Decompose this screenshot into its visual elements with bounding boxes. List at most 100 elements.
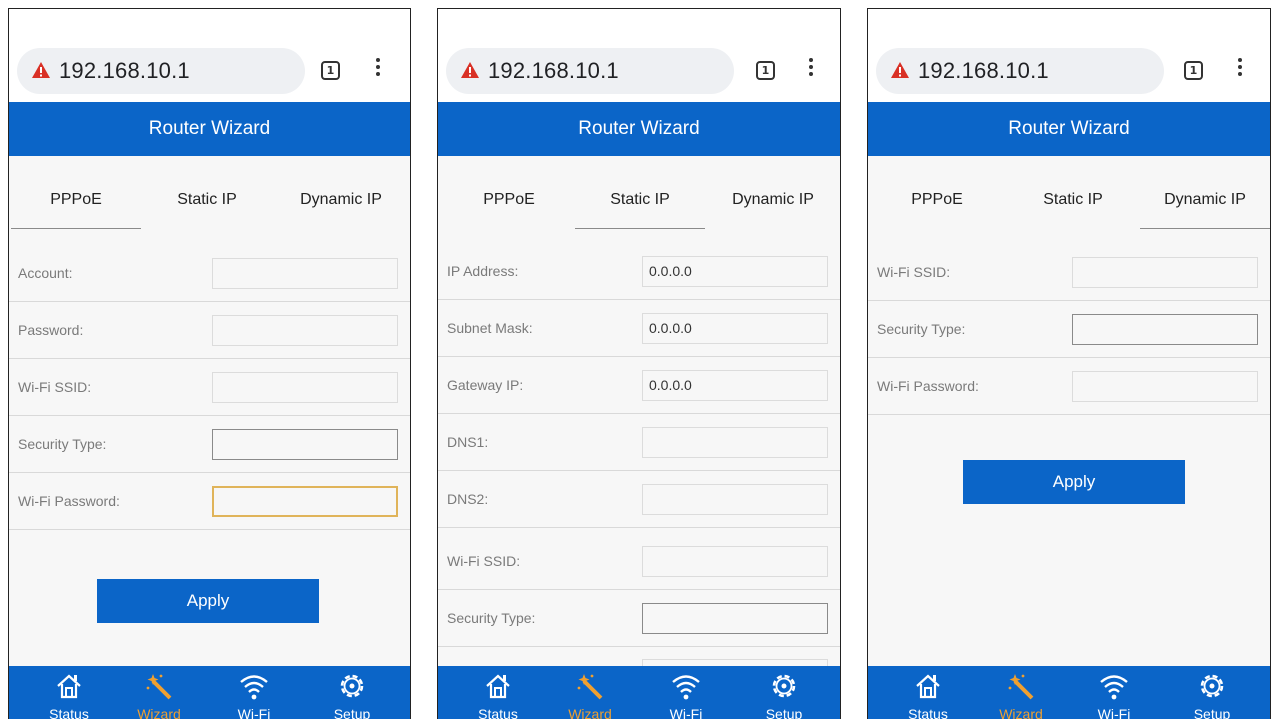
- security-type-select[interactable]: [212, 429, 398, 460]
- tab-pppoe[interactable]: PPPoE: [11, 179, 141, 229]
- page-title: Router Wizard: [868, 102, 1270, 156]
- nav-item-status[interactable]: Status: [458, 666, 538, 719]
- dns2-input[interactable]: [642, 484, 828, 515]
- nav-item-setup[interactable]: Setup: [312, 666, 392, 719]
- tab-switcher-icon[interactable]: 1: [321, 61, 340, 80]
- form-row-wifi-ssid: Wi-Fi SSID:: [9, 359, 410, 416]
- nav-label: Status: [908, 706, 948, 719]
- gateway-ip-input[interactable]: 0.0.0.0: [642, 370, 828, 401]
- apply-button[interactable]: Apply: [963, 460, 1185, 504]
- nav-label: Wizard: [999, 706, 1043, 719]
- nav-item-wizard[interactable]: Wizard: [550, 666, 630, 719]
- subnet-mask-input[interactable]: 0.0.0.0: [642, 313, 828, 344]
- field-label: Wi-Fi SSID:: [18, 379, 92, 395]
- field-label: Security Type:: [877, 321, 966, 337]
- form-row-dns1: DNS1:: [438, 414, 840, 471]
- nav-label: Status: [49, 706, 89, 719]
- form-row-security-type: Security Type:: [9, 416, 410, 473]
- form-row-ip-address: IP Address: 0.0.0.0: [438, 243, 840, 300]
- field-label: Password:: [18, 322, 84, 338]
- wifi-ssid-input[interactable]: [212, 372, 398, 403]
- nav-item-wifi[interactable]: Wi-Fi: [1074, 666, 1154, 719]
- gear-icon: [772, 674, 796, 698]
- wifi-icon: [672, 675, 700, 700]
- field-label: Wi-Fi SSID:: [447, 553, 521, 569]
- tab-static-ip[interactable]: Static IP: [575, 179, 705, 229]
- form-row-wifi-password: Wi-Fi Password:: [868, 358, 1270, 415]
- form-row-dns2: DNS2:: [438, 471, 840, 528]
- wifi-password-input[interactable]: [212, 486, 398, 517]
- wifi-password-input[interactable]: [1072, 371, 1258, 402]
- tab-static-ip[interactable]: Static IP: [142, 179, 272, 229]
- gear-icon: [1200, 674, 1224, 698]
- magic-wand-icon: [146, 674, 172, 700]
- tab-dynamic-ip[interactable]: Dynamic IP: [276, 179, 406, 229]
- bottom-nav: Status Wizard Wi-Fi Setup: [868, 666, 1270, 719]
- nav-item-wizard[interactable]: Wizard: [119, 666, 199, 719]
- nav-item-status[interactable]: Status: [29, 666, 109, 719]
- wizard-tabs: PPPoE Static IP Dynamic IP: [9, 179, 410, 229]
- field-label: Account:: [18, 265, 73, 281]
- page-title: Router Wizard: [438, 102, 840, 156]
- nav-label: Setup: [765, 706, 803, 719]
- tab-switcher-icon[interactable]: 1: [756, 61, 775, 80]
- form-row-account: Account:: [9, 245, 410, 302]
- phone-screen-dynamic-ip: 192.168.10.1 1 Router Wizard PPPoE Stati…: [867, 8, 1271, 719]
- url-text: 192.168.10.1: [918, 58, 1049, 83]
- nav-label: Setup: [333, 706, 371, 719]
- bottom-nav: Status Wizard Wi-Fi Setup: [438, 666, 840, 719]
- bottom-nav: Status Wizard Wi-Fi Setup: [9, 666, 410, 719]
- address-bar[interactable]: 192.168.10.1: [876, 48, 1164, 94]
- nav-label: Wi-Fi: [1097, 706, 1131, 719]
- warning-icon: [891, 62, 909, 78]
- page-title: Router Wizard: [9, 102, 410, 156]
- nav-item-wifi[interactable]: Wi-Fi: [214, 666, 294, 719]
- field-label: Security Type:: [18, 436, 107, 452]
- nav-item-wizard[interactable]: Wizard: [981, 666, 1061, 719]
- more-menu-icon[interactable]: [808, 58, 814, 82]
- account-input[interactable]: [212, 258, 398, 289]
- dns1-input[interactable]: [642, 427, 828, 458]
- wifi-ssid-input[interactable]: [642, 546, 828, 577]
- nav-label: Status: [478, 706, 518, 719]
- address-bar[interactable]: 192.168.10.1: [446, 48, 734, 94]
- wifi-ssid-input[interactable]: [1072, 257, 1258, 288]
- field-label: Wi-Fi Password:: [877, 378, 979, 394]
- browser-toolbar: 192.168.10.1 1: [9, 9, 410, 102]
- ip-address-input[interactable]: 0.0.0.0: [642, 256, 828, 287]
- password-input[interactable]: [212, 315, 398, 346]
- more-menu-icon[interactable]: [375, 58, 381, 82]
- form-row-wifi-ssid: Wi-Fi SSID:: [438, 533, 840, 590]
- security-type-select[interactable]: [642, 603, 828, 634]
- tab-static-ip[interactable]: Static IP: [1008, 179, 1138, 229]
- url-text: 192.168.10.1: [59, 58, 190, 83]
- nav-item-wifi[interactable]: Wi-Fi: [646, 666, 726, 719]
- nav-item-setup[interactable]: Setup: [744, 666, 824, 719]
- form-row-security-type: Security Type:: [438, 590, 840, 647]
- field-label: Security Type:: [447, 610, 536, 626]
- tab-pppoe[interactable]: PPPoE: [872, 179, 1002, 229]
- browser-toolbar: 192.168.10.1 1: [438, 9, 840, 102]
- security-type-select[interactable]: [1072, 314, 1258, 345]
- address-bar[interactable]: 192.168.10.1: [17, 48, 305, 94]
- form-row-security-type: Security Type:: [868, 301, 1270, 358]
- nav-item-status[interactable]: Status: [888, 666, 968, 719]
- tab-dynamic-ip[interactable]: Dynamic IP: [1140, 179, 1270, 229]
- field-label: Wi-Fi Password:: [18, 493, 120, 509]
- field-label: DNS1:: [447, 434, 489, 450]
- tab-pppoe[interactable]: PPPoE: [444, 179, 574, 229]
- wifi-icon: [1100, 675, 1128, 700]
- apply-button[interactable]: Apply: [97, 579, 319, 623]
- nav-item-setup[interactable]: Setup: [1172, 666, 1252, 719]
- tab-switcher-icon[interactable]: 1: [1184, 61, 1203, 80]
- home-icon: [486, 674, 510, 699]
- field-label: Subnet Mask:: [447, 320, 533, 336]
- nav-label: Wizard: [568, 706, 612, 719]
- magic-wand-icon: [577, 674, 603, 700]
- nav-label: Wi-Fi: [669, 706, 703, 719]
- phone-screen-static-ip: 192.168.10.1 1 Router Wizard PPPoE Stati…: [437, 8, 841, 719]
- form-row-wifi-password: Wi-Fi Password:: [9, 473, 410, 530]
- tab-dynamic-ip[interactable]: Dynamic IP: [708, 179, 838, 229]
- wifi-icon: [240, 675, 268, 700]
- more-menu-icon[interactable]: [1237, 58, 1243, 82]
